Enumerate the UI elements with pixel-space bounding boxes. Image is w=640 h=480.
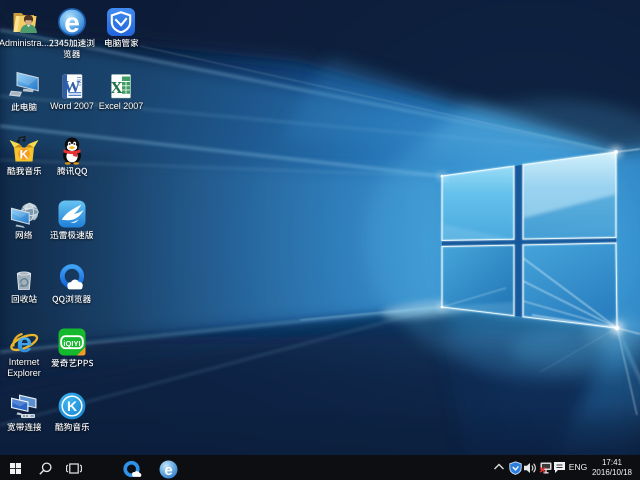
svg-text:e: e (164, 462, 172, 479)
svg-text:K: K (20, 147, 29, 161)
svg-text:e: e (17, 327, 33, 357)
svg-text:e: e (64, 7, 80, 37)
svg-text:iQIYI: iQIYI (63, 339, 80, 348)
svg-text:K: K (67, 398, 77, 414)
svg-text:X: X (110, 78, 123, 97)
